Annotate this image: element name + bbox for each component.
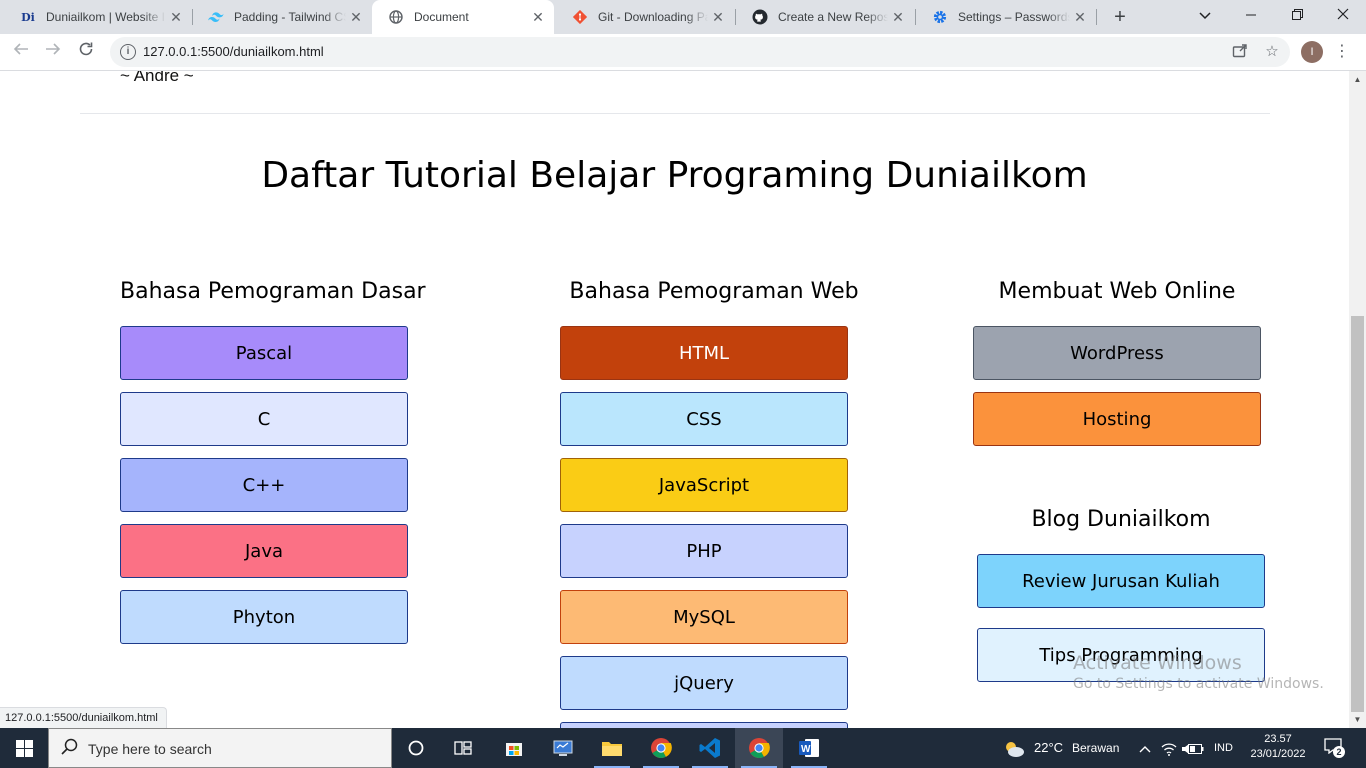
network-icon[interactable] [1161, 728, 1177, 768]
more-menu-icon[interactable]: ⋮ [1334, 40, 1350, 64]
input-language[interactable]: IND [1214, 728, 1233, 768]
link-css[interactable]: CSS [560, 392, 848, 446]
heading-bahasa-pemograman-web: Bahasa Pemograman Web [569, 279, 859, 304]
battery-icon[interactable] [1188, 728, 1204, 768]
link-tips-programming[interactable]: Tips Programming [977, 628, 1265, 682]
minimize-icon[interactable] [1228, 0, 1274, 30]
heading-blog-duniailkom: Blog Duniailkom [1031, 507, 1211, 532]
windows-taskbar: Type here to search W 22°C Berawan IND 2… [0, 728, 1366, 768]
microsoft-store-icon[interactable] [490, 728, 538, 768]
page-scrollbar[interactable]: ▲ ▼ [1349, 71, 1366, 728]
scroll-down-arrow-icon[interactable]: ▼ [1349, 711, 1366, 728]
address-bar[interactable]: i 127.0.0.1:5500/duniailkom.html ☆ [110, 37, 1290, 67]
cortana-circle-icon[interactable] [392, 728, 440, 768]
weather-cloud-icon[interactable] [1002, 728, 1026, 768]
link-jquery[interactable]: jQuery [560, 656, 848, 710]
page-title: Daftar Tutorial Belajar Programing Dunia… [261, 155, 1088, 196]
tab-github[interactable]: Create a New Reposito ✕ [736, 0, 914, 34]
tab-separator [1096, 9, 1097, 25]
control-panel-icon[interactable] [539, 728, 587, 768]
close-tab-icon[interactable]: ✕ [528, 9, 548, 26]
bookmark-star-icon[interactable]: ☆ [1262, 42, 1282, 62]
file-explorer-folder-icon[interactable] [588, 728, 636, 768]
taskbar-clock[interactable]: 23.57 23/01/2022 [1248, 732, 1308, 762]
link-php[interactable]: PHP [560, 524, 848, 578]
tab-settings[interactable]: Settings – Passwords ✕ [916, 0, 1096, 34]
close-tab-icon[interactable]: ✕ [1070, 9, 1090, 26]
link-javascript[interactable]: JavaScript [560, 458, 848, 512]
close-tab-icon[interactable]: ✕ [346, 9, 366, 26]
scroll-up-arrow-icon[interactable]: ▲ [1349, 71, 1366, 88]
tab-tailwind[interactable]: Padding - Tailwind CSS ✕ [192, 0, 372, 34]
svg-text:W: W [801, 744, 811, 755]
weather-condition[interactable]: Berawan [1072, 728, 1119, 768]
screen: Di Duniailkom | Website I ✕ Padding - Ta… [0, 0, 1366, 768]
link-cpp[interactable]: C++ [120, 458, 408, 512]
chrome-icon[interactable] [637, 728, 685, 768]
vscode-icon[interactable] [686, 728, 734, 768]
close-tab-icon[interactable]: ✕ [166, 9, 186, 26]
link-pascal[interactable]: Pascal [120, 326, 408, 380]
close-window-icon[interactable] [1320, 0, 1366, 30]
github-icon [752, 9, 768, 25]
clock-time: 23.57 [1264, 733, 1292, 745]
heading-bahasa-pemograman-dasar: Bahasa Pemograman Dasar [120, 279, 426, 304]
settings-gear-icon [932, 9, 948, 25]
tab-title: Create a New Reposito [778, 10, 888, 24]
link-wordpress[interactable]: WordPress [973, 326, 1261, 380]
link-status-bubble: 127.0.0.1:5500/duniailkom.html [0, 707, 167, 728]
chrome-active-icon[interactable] [735, 728, 783, 768]
close-tab-icon[interactable]: ✕ [708, 9, 728, 26]
link-review-jurusan-kuliah[interactable]: Review Jurusan Kuliah [977, 554, 1265, 608]
tab-git[interactable]: Git - Downloading Pac ✕ [556, 0, 734, 34]
restore-icon[interactable] [1274, 0, 1320, 30]
notification-count-badge: 2 [1333, 746, 1345, 758]
quote-author: ~ Andre ~ [120, 71, 194, 85]
link-c[interactable]: C [120, 392, 408, 446]
link-mysql[interactable]: MySQL [560, 590, 848, 644]
tab-title: Git - Downloading Pac [598, 10, 708, 24]
tab-title: Padding - Tailwind CSS [234, 10, 346, 24]
scrollbar-thumb[interactable] [1351, 316, 1364, 712]
link-html[interactable]: HTML [560, 326, 848, 380]
reload-icon[interactable] [74, 40, 98, 64]
back-arrow-icon[interactable] [9, 40, 33, 64]
word-icon[interactable]: W [785, 728, 833, 768]
git-icon [572, 9, 588, 25]
link-java[interactable]: Java [120, 524, 408, 578]
heading-membuat-web-online: Membuat Web Online [998, 279, 1236, 304]
url-text[interactable]: 127.0.0.1:5500/duniailkom.html [143, 44, 324, 59]
tab-title: Document [414, 10, 469, 24]
share-icon[interactable] [1230, 42, 1250, 62]
notification-center-icon[interactable]: 2 [1322, 738, 1345, 758]
search-placeholder: Type here to search [88, 741, 212, 757]
taskbar-search-box[interactable]: Type here to search [48, 728, 392, 768]
task-view-icon[interactable] [440, 728, 488, 768]
link-hosting[interactable]: Hosting [973, 392, 1261, 446]
divider [80, 113, 1270, 114]
browser-tab-strip: Di Duniailkom | Website I ✕ Padding - Ta… [0, 0, 1366, 34]
tab-title: Settings – Passwords [958, 10, 1070, 24]
browser-toolbar: i 127.0.0.1:5500/duniailkom.html ☆ I ⋮ [0, 34, 1366, 71]
tab-document[interactable]: Document ✕ [372, 0, 554, 34]
tailwind-icon [208, 9, 224, 25]
forward-arrow-icon[interactable] [41, 40, 65, 64]
search-icon [61, 738, 78, 760]
tab-duniailkom[interactable]: Di Duniailkom | Website I ✕ [4, 0, 192, 34]
new-tab-plus-icon[interactable]: + [1108, 5, 1132, 29]
duniailkom-icon: Di [21, 10, 35, 24]
close-tab-icon[interactable]: ✕ [888, 9, 908, 26]
profile-avatar[interactable]: I [1301, 41, 1323, 63]
clock-date: 23/01/2022 [1250, 748, 1306, 760]
link-phyton[interactable]: Phyton [120, 590, 408, 644]
start-windows-icon[interactable] [0, 728, 48, 768]
site-info-icon[interactable]: i [120, 44, 136, 60]
globe-icon [388, 9, 404, 25]
page-viewport: ~ Andre ~ Daftar Tutorial Belajar Progra… [0, 71, 1349, 728]
tab-title: Duniailkom | Website I [46, 10, 165, 24]
weather-temperature[interactable]: 22°C [1034, 728, 1063, 768]
tab-search-chevron-icon[interactable] [1182, 0, 1228, 30]
show-hidden-icons-chevron-up-icon[interactable] [1139, 728, 1151, 768]
